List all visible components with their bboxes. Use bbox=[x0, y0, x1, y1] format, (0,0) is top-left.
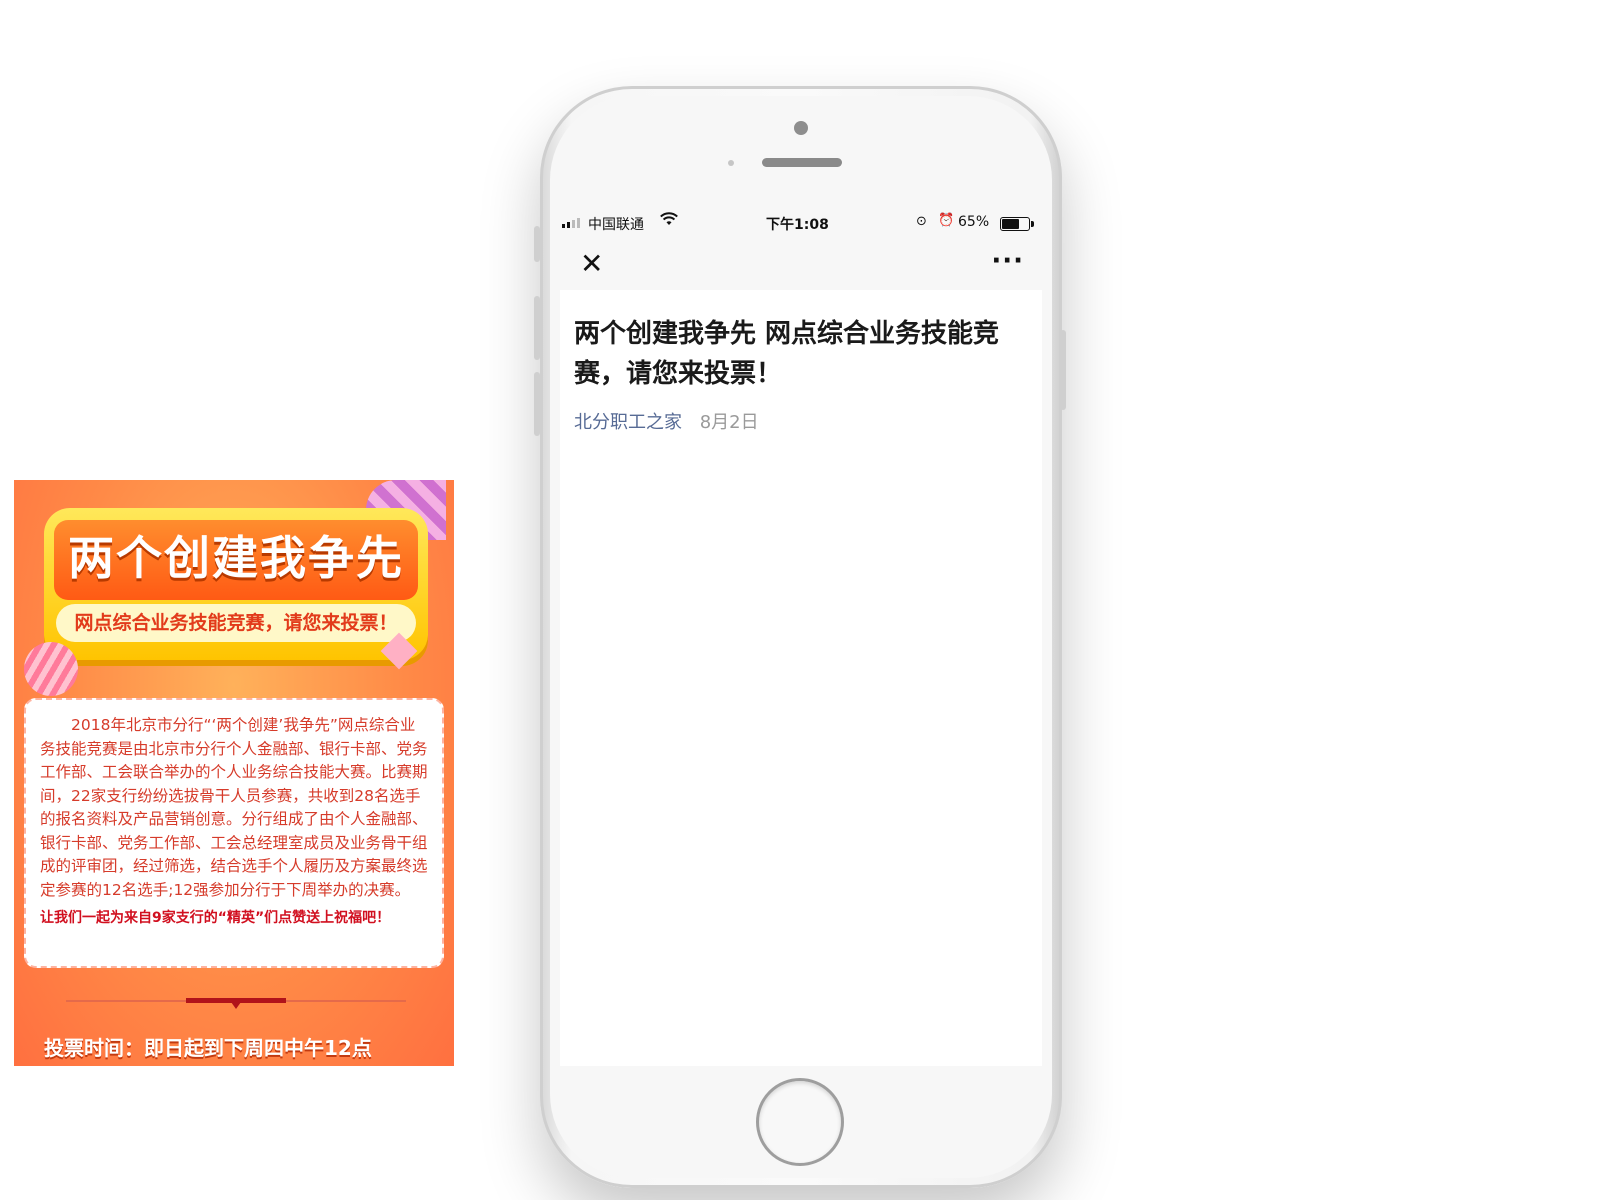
nav-bar: ✕ ··· bbox=[560, 240, 1042, 290]
decoration-ball bbox=[24, 642, 78, 696]
status-bar: 中国联通 下午1:08 ⊙ ⏰ 65% bbox=[560, 206, 1042, 240]
home-button[interactable] bbox=[756, 1078, 844, 1166]
proximity-sensor bbox=[728, 160, 734, 166]
battery-percent: 65% bbox=[958, 214, 990, 230]
article-title: 两个创建我争先 网点综合业务技能竞赛，请您来投票！ bbox=[574, 319, 1000, 389]
poster-cta-text: 让我们一起为来自9家支行的“精英”们点赞送上祝福吧！ bbox=[40, 910, 391, 926]
banner-headline-box: 两个创建我争先 bbox=[54, 520, 418, 600]
poster-headline: 两个创建我争先 bbox=[68, 531, 404, 585]
signal-icon bbox=[562, 218, 580, 228]
poster-subline: 网点综合业务技能竞赛，请您来投票！ bbox=[74, 612, 398, 634]
volume-up-button bbox=[534, 296, 540, 360]
carrier-name: 中国联通 bbox=[588, 217, 644, 233]
volume-down-button bbox=[534, 372, 540, 436]
poster-text-card: 2018年北京市分行“‘两个创建’我争先”网点综合业务技能竞赛是由北京市分行个人… bbox=[24, 698, 444, 968]
article-meta: 北分职工之家 8月2日 bbox=[574, 408, 759, 434]
poster-subline-box: 网点综合业务技能竞赛，请您来投票！ bbox=[56, 604, 416, 642]
divider-arrow bbox=[231, 1002, 241, 1009]
wifi-icon bbox=[660, 212, 678, 230]
phone-screen: 中国联通 下午1:08 ⊙ ⏰ 65% ✕ ··· 两个创建我争先 网点综合业务… bbox=[560, 206, 1042, 1066]
earpiece-speaker bbox=[762, 158, 842, 167]
battery-icon bbox=[1000, 217, 1034, 231]
more-icon[interactable]: ··· bbox=[991, 248, 1024, 274]
poster-banner: 两个创建我争先 网点综合业务技能竞赛，请您来投票！ bbox=[44, 508, 428, 660]
clock: 下午1:08 bbox=[766, 217, 829, 233]
rotation-lock-icon: ⊙ bbox=[916, 214, 927, 229]
poster-image[interactable]: 两个创建我争先 网点综合业务技能竞赛，请您来投票！ 2018年北京市分行“‘两个… bbox=[14, 480, 454, 1066]
alarm-icon: ⏰ bbox=[938, 213, 955, 228]
author-link[interactable]: 北分职工之家 bbox=[574, 412, 682, 433]
battery-level bbox=[1002, 219, 1019, 229]
close-icon[interactable]: ✕ bbox=[580, 250, 603, 278]
front-camera bbox=[794, 121, 808, 135]
power-button bbox=[1060, 330, 1066, 410]
poster-body-text: 2018年北京市分行“‘两个创建’我争先”网点综合业务技能竞赛是由北京市分行个人… bbox=[40, 716, 428, 899]
publish-date: 8月2日 bbox=[699, 412, 759, 433]
mute-switch bbox=[534, 226, 540, 262]
vote-time-text: 投票时间：即日起到下周四中午12点 bbox=[44, 1036, 372, 1060]
